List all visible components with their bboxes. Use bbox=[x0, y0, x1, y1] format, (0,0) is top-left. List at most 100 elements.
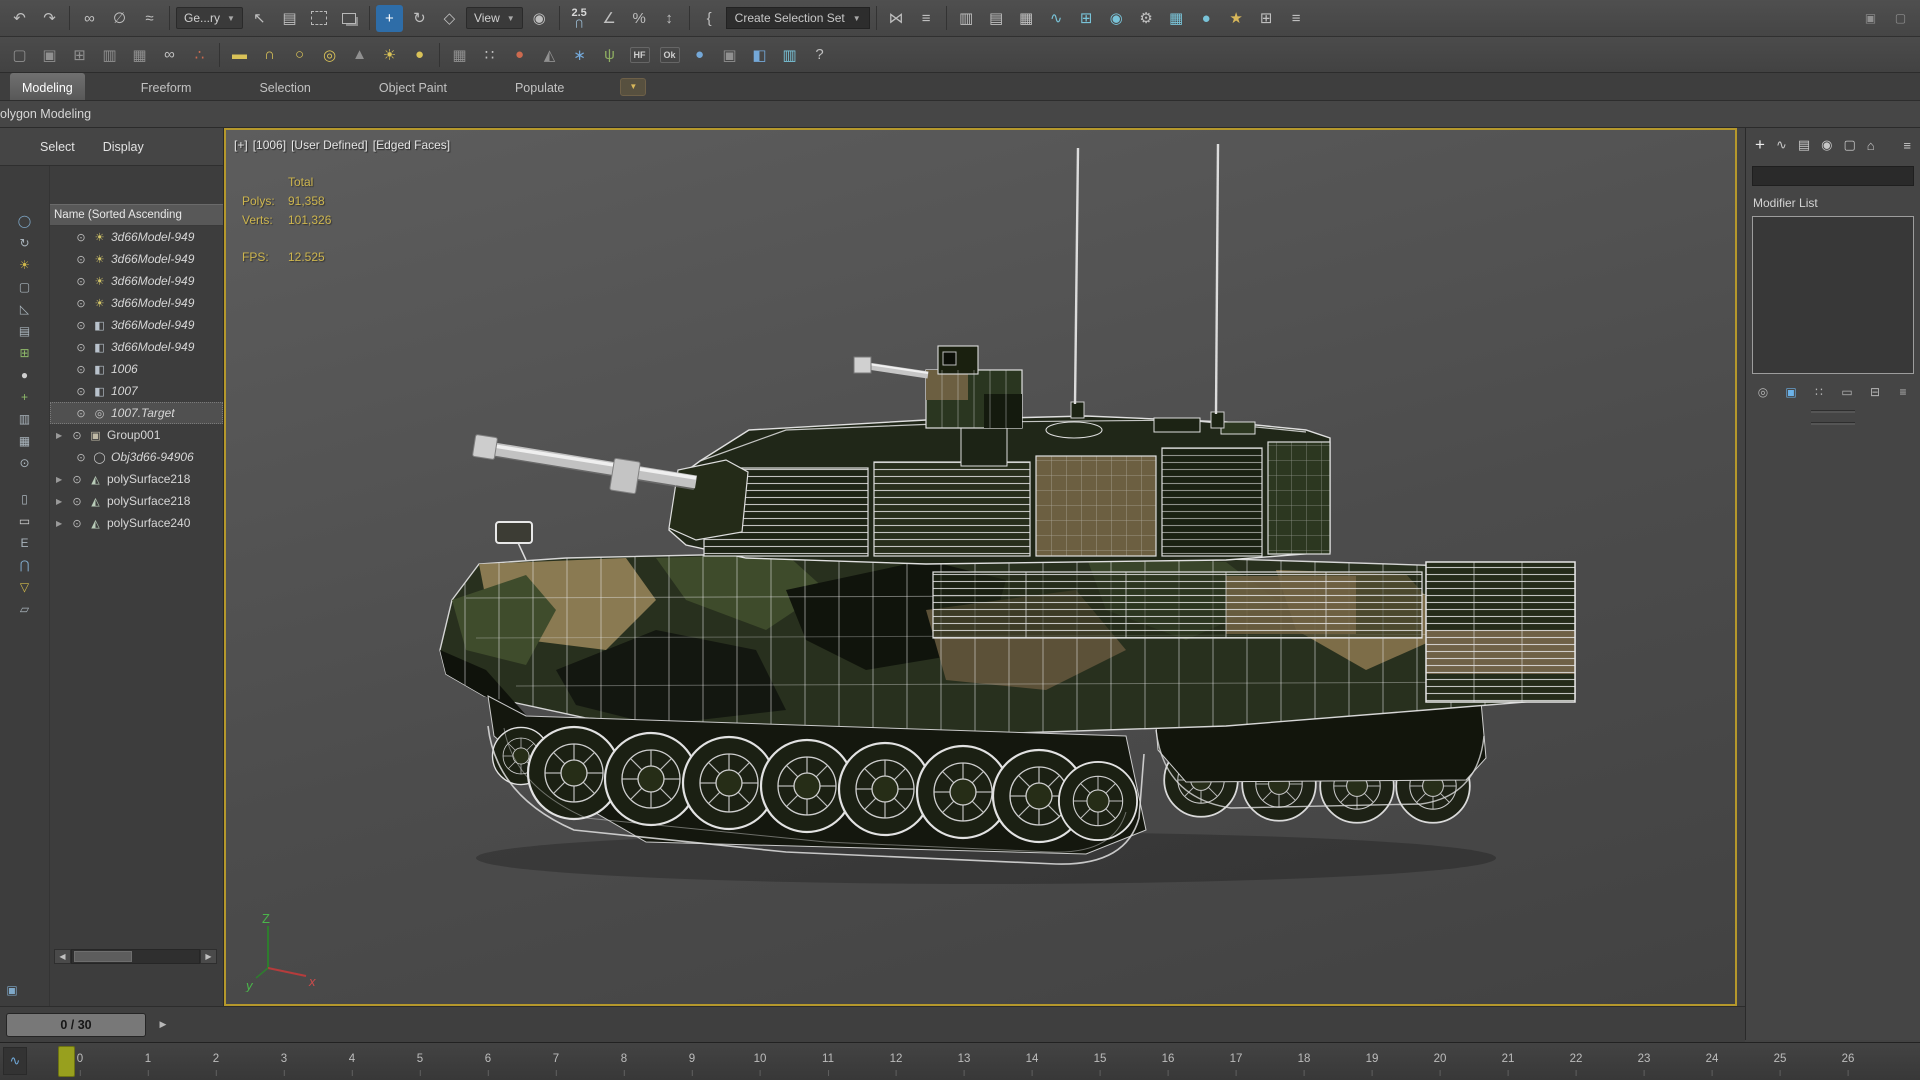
selection-set-field[interactable]: Create Selection Set ▼ bbox=[725, 7, 870, 29]
select-link-icon[interactable]: ∞ bbox=[76, 5, 103, 32]
frame-tick[interactable]: 23 bbox=[1638, 1053, 1650, 1076]
show-end-result-icon[interactable]: ▣ bbox=[1781, 383, 1801, 401]
reference-coordinate-dropdown[interactable]: View ▼ bbox=[465, 7, 523, 29]
visibility-eye-icon[interactable]: ⊙ bbox=[74, 297, 88, 310]
filter-funnel-icon[interactable]: ▽ bbox=[14, 578, 36, 595]
refresh-icon[interactable]: ↻ bbox=[14, 234, 36, 251]
select-scale-icon[interactable]: ◇ bbox=[436, 5, 463, 32]
next-frame-button[interactable]: ▶ bbox=[154, 1016, 172, 1034]
frame-tick[interactable]: 19 bbox=[1366, 1053, 1378, 1076]
sphere-primitive-icon[interactable]: ○ bbox=[286, 41, 313, 68]
rect-icon[interactable]: ▭ bbox=[14, 512, 36, 529]
add-object-icon[interactable]: ⊞ bbox=[14, 344, 36, 361]
ribbon-toggle-icon[interactable]: ▦ bbox=[1013, 5, 1040, 32]
scene-item-polysurface[interactable]: ▶ ⊙ ◭ polySurface240 bbox=[50, 512, 223, 534]
scene-item[interactable]: ⊙ ☀ 3d66Model-949 bbox=[50, 292, 223, 314]
menu-select[interactable]: Select bbox=[40, 140, 75, 154]
grid-icon[interactable]: ⊞ bbox=[66, 41, 93, 68]
box-primitive-icon[interactable]: ▬ bbox=[226, 41, 253, 68]
visibility-eye-icon[interactable]: ⊙ bbox=[74, 407, 88, 420]
visibility-eye-icon[interactable]: ⊙ bbox=[74, 451, 88, 464]
visibility-eye-icon[interactable]: ⊙ bbox=[70, 495, 84, 508]
filter-helpers-icon[interactable]: ◺ bbox=[14, 300, 36, 317]
frame-tick[interactable]: 14 bbox=[1026, 1053, 1038, 1076]
scene-item[interactable]: ⊙ ◧ 3d66Model-949 bbox=[50, 314, 223, 336]
ribbon-options-icon[interactable]: ▼ bbox=[620, 77, 647, 96]
container-icon[interactable]: ▣ bbox=[716, 41, 743, 68]
menu-display[interactable]: Display bbox=[103, 140, 144, 154]
edit-named-sets-icon[interactable]: { bbox=[696, 5, 723, 32]
scene-item-1006[interactable]: ⊙ ◧ 1006 bbox=[50, 358, 223, 380]
tab-populate[interactable]: Populate bbox=[503, 73, 576, 100]
frame-tick[interactable]: 5 bbox=[417, 1053, 423, 1076]
frame-tick[interactable]: 13 bbox=[958, 1053, 970, 1076]
uvw-map-icon[interactable]: ◧ bbox=[746, 41, 773, 68]
scene-item-obj3d66[interactable]: ⊙ ◯ Obj3d66-94906 bbox=[50, 446, 223, 468]
frame-tick[interactable]: 20 bbox=[1434, 1053, 1446, 1076]
visibility-eye-icon[interactable]: ⊙ bbox=[70, 429, 84, 442]
filter-all-icon[interactable]: ◯ bbox=[14, 212, 36, 229]
rollout-menu-icon[interactable]: ≡ bbox=[1893, 383, 1913, 401]
scroll-right-button[interactable]: ▶ bbox=[200, 949, 217, 964]
render-production-icon[interactable]: ● bbox=[1193, 5, 1220, 32]
snap-toggle-icon[interactable]: 2.5 ⋂ bbox=[566, 5, 593, 32]
frame-tick[interactable]: 6 bbox=[485, 1053, 491, 1076]
ribbon-panel-strip[interactable]: olygon Modeling bbox=[0, 101, 1920, 128]
filter-display-icon[interactable]: ▢ bbox=[14, 278, 36, 295]
snowflake-icon[interactable]: ∗ bbox=[566, 41, 593, 68]
scene-item-1007-target[interactable]: ⊙ ◎ 1007.Target bbox=[50, 402, 223, 424]
horizontal-scrollbar[interactable]: ◀ ▶ bbox=[54, 948, 217, 965]
use-pivot-center-icon[interactable]: ◉ bbox=[526, 5, 553, 32]
lattice-icon[interactable]: ▦ bbox=[446, 41, 473, 68]
foliage-icon[interactable]: ψ bbox=[596, 41, 623, 68]
frame-tick[interactable]: 24 bbox=[1706, 1053, 1718, 1076]
column-chooser-icon[interactable]: ▥ bbox=[14, 410, 36, 427]
scrollbar-track[interactable] bbox=[71, 949, 200, 964]
maxscript-icon[interactable]: ≡ bbox=[1283, 5, 1310, 32]
cone-primitive-icon[interactable]: ▲ bbox=[346, 41, 373, 68]
scene-item[interactable]: ⊙ ☀ 3d66Model-949 bbox=[50, 270, 223, 292]
light-primitive-icon[interactable]: ☀ bbox=[376, 41, 403, 68]
grid-view-icon[interactable]: ▦ bbox=[14, 432, 36, 449]
scrollbar-thumb[interactable] bbox=[74, 951, 132, 962]
layer-manager-icon[interactable]: ▤ bbox=[983, 5, 1010, 32]
scene-item-polysurface[interactable]: ▶ ⊙ ◭ polySurface218 bbox=[50, 490, 223, 512]
mini-curve-editor-icon[interactable]: ∿ bbox=[3, 1047, 27, 1075]
frame-tick[interactable]: 18 bbox=[1298, 1053, 1310, 1076]
perspective-viewport[interactable]: [+] [1006] [User Defined] [Edged Faces] … bbox=[224, 128, 1737, 1006]
configure-modifier-icon[interactable]: ⊟ bbox=[1865, 383, 1885, 401]
grid-helper-icon[interactable]: ⊞ bbox=[1253, 5, 1280, 32]
scene-item[interactable]: ⊙ ☀ 3d66Model-949 bbox=[50, 248, 223, 270]
circle-primitive-icon[interactable]: ● bbox=[406, 41, 433, 68]
filter-layers-icon[interactable]: ▤ bbox=[14, 322, 36, 339]
filter-geometry-icon[interactable]: ● bbox=[14, 366, 36, 383]
modify-tab-icon[interactable]: ∿ bbox=[1776, 137, 1787, 153]
tab-selection[interactable]: Selection bbox=[247, 73, 322, 100]
filter-lights-icon[interactable]: ☀ bbox=[14, 256, 36, 273]
create-tab-icon[interactable]: + bbox=[1755, 135, 1765, 155]
scene-explorer-icon[interactable]: ▥ bbox=[953, 5, 980, 32]
undo-icon[interactable]: ↶ bbox=[6, 5, 33, 32]
unlink-icon[interactable]: ∅ bbox=[106, 5, 133, 32]
tab-freeform[interactable]: Freeform bbox=[129, 73, 204, 100]
expand-arrow-icon[interactable]: ▶ bbox=[56, 431, 66, 440]
paint-connect-icon[interactable]: ∞ bbox=[156, 41, 183, 68]
scene-item[interactable]: ⊙ ◧ 3d66Model-949 bbox=[50, 336, 223, 358]
frame-tick[interactable]: 1 bbox=[145, 1053, 151, 1076]
scene-item-1007[interactable]: ⊙ ◧ 1007 bbox=[50, 380, 223, 402]
frame-tick[interactable]: 16 bbox=[1162, 1053, 1174, 1076]
current-frame-display[interactable]: 0 / 30 bbox=[6, 1012, 146, 1037]
tab-object-paint[interactable]: Object Paint bbox=[367, 73, 459, 100]
window-layout-icon[interactable]: ▢ bbox=[6, 41, 33, 68]
frame-tick[interactable]: 25 bbox=[1774, 1053, 1786, 1076]
viewport-shading-label[interactable]: [User Defined] bbox=[291, 138, 368, 152]
curve-editor-icon[interactable]: ∿ bbox=[1043, 5, 1070, 32]
visibility-eye-icon[interactable]: ⊙ bbox=[74, 341, 88, 354]
frame-tick[interactable]: 15 bbox=[1094, 1053, 1106, 1076]
ok-badge-icon[interactable]: Ok bbox=[656, 41, 683, 68]
visibility-eye-icon[interactable]: ⊙ bbox=[74, 253, 88, 266]
render-setup-icon[interactable]: ⚙ bbox=[1133, 5, 1160, 32]
frame-tick[interactable]: 11 bbox=[822, 1053, 834, 1076]
frame-tick[interactable]: 0 bbox=[77, 1053, 83, 1076]
angle-snap-icon[interactable]: ∠ bbox=[596, 5, 623, 32]
